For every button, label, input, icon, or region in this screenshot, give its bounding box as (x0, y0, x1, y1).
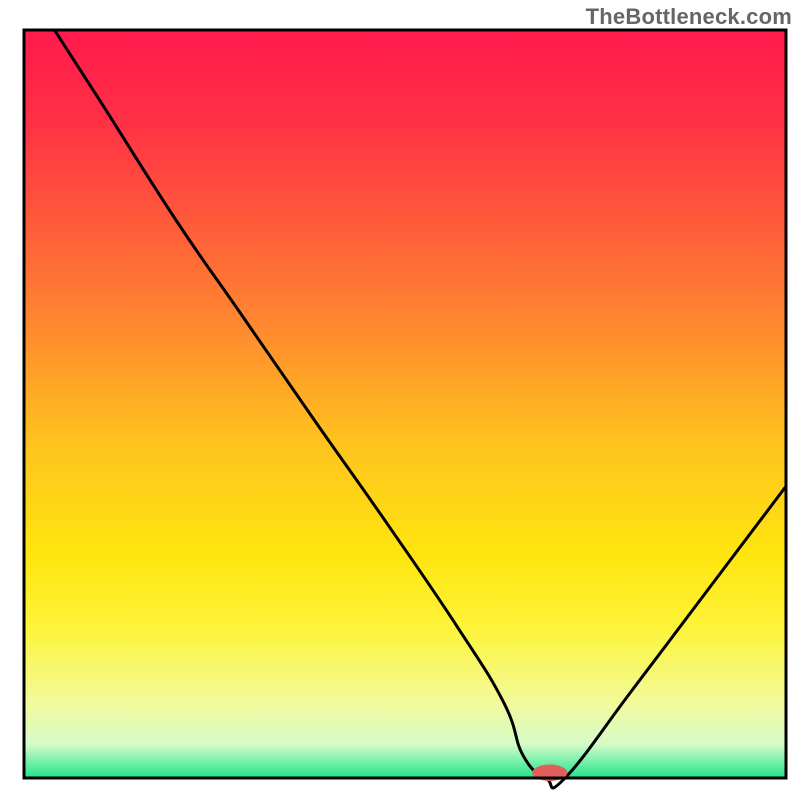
chart-container: TheBottleneck.com (0, 0, 800, 800)
watermark-text: TheBottleneck.com (586, 4, 792, 30)
gradient-background (24, 30, 786, 778)
bottleneck-chart (0, 0, 800, 800)
